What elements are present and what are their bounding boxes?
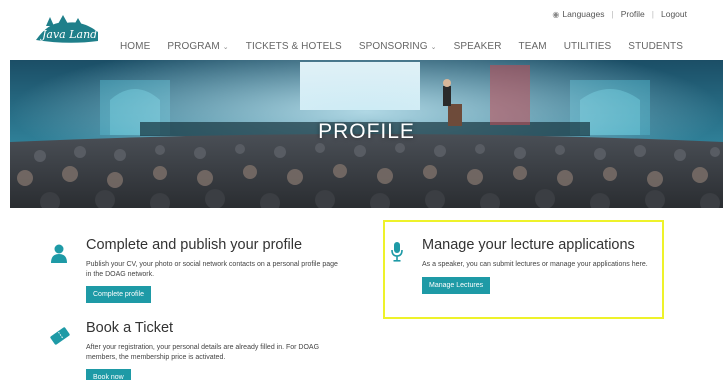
javaland-logo[interactable]: Java Land bbox=[30, 14, 102, 50]
nav-label: SPEAKER bbox=[453, 41, 502, 52]
book-now-button[interactable]: Book now bbox=[86, 369, 131, 380]
card-description: Publish your CV, your photo or social ne… bbox=[86, 261, 338, 278]
card-title: Complete and publish your profile bbox=[86, 237, 303, 253]
chevron-down-icon: ⌄ bbox=[430, 44, 437, 51]
chevron-down-icon: ⌄ bbox=[222, 44, 229, 51]
languages-link[interactable]: Languages bbox=[562, 9, 604, 19]
profile-card: Complete and publish your profile Publis… bbox=[86, 236, 341, 303]
divider: | bbox=[611, 9, 614, 19]
nav-item-program[interactable]: PROGRAM ⌄ bbox=[167, 41, 228, 52]
nav-item-speaker[interactable]: SPEAKER bbox=[454, 41, 502, 52]
ticket-icon bbox=[50, 327, 70, 345]
profile-link[interactable]: Profile bbox=[621, 9, 645, 19]
card-description: After your registration, your personal d… bbox=[86, 344, 320, 361]
card-title: Book a Ticket bbox=[86, 320, 174, 336]
divider: | bbox=[651, 9, 654, 19]
page-title: PROFILE bbox=[318, 120, 415, 143]
logout-link[interactable]: Logout bbox=[661, 9, 687, 19]
nav-item-team[interactable]: TEAM bbox=[519, 41, 547, 52]
nav-item-utilities[interactable]: UTILITIES bbox=[564, 41, 612, 52]
ticket-card: Book a Ticket After your registration, y… bbox=[86, 319, 341, 380]
globe-icon: ◉ bbox=[552, 9, 560, 19]
main-nav: HOME PROGRAM ⌄ TICKETS & HOTELS SPONSORIN… bbox=[103, 41, 683, 52]
nav-label: TEAM bbox=[518, 41, 547, 52]
top-links: ◉ Languages | Profile | Logout bbox=[552, 9, 687, 19]
nav-label: TICKETS & HOTELS bbox=[245, 41, 342, 52]
nav-label: STUDENTS bbox=[628, 41, 683, 52]
nav-label: PROGRAM bbox=[167, 41, 220, 52]
lectures-card: Manage your lecture applications As a sp… bbox=[422, 236, 662, 294]
nav-item-students[interactable]: STUDENTS bbox=[628, 41, 683, 52]
manage-lectures-button[interactable]: Manage Lectures bbox=[422, 276, 491, 294]
card-title: Manage your lecture applications bbox=[422, 237, 635, 253]
complete-profile-button[interactable]: Complete profile bbox=[86, 286, 151, 303]
user-icon bbox=[51, 244, 67, 263]
nav-item-tickets-hotels[interactable]: TICKETS & HOTELS bbox=[246, 41, 342, 52]
logo-graphic: Java Land bbox=[36, 15, 98, 43]
nav-label: HOME bbox=[119, 41, 151, 52]
hero-banner: PROFILE bbox=[10, 60, 723, 208]
microphone-icon bbox=[391, 242, 403, 262]
nav-label: SPONSORING bbox=[358, 41, 428, 52]
site-header: Java Land ◉ Languages | Profile | Logout… bbox=[0, 0, 723, 60]
nav-item-home[interactable]: HOME bbox=[120, 41, 150, 52]
nav-item-sponsoring[interactable]: SPONSORING ⌄ bbox=[359, 41, 437, 52]
logo-text: Java Land bbox=[40, 28, 97, 41]
card-description: As a speaker, you can submit lectures or… bbox=[422, 261, 648, 268]
nav-label: UTILITIES bbox=[563, 41, 612, 52]
